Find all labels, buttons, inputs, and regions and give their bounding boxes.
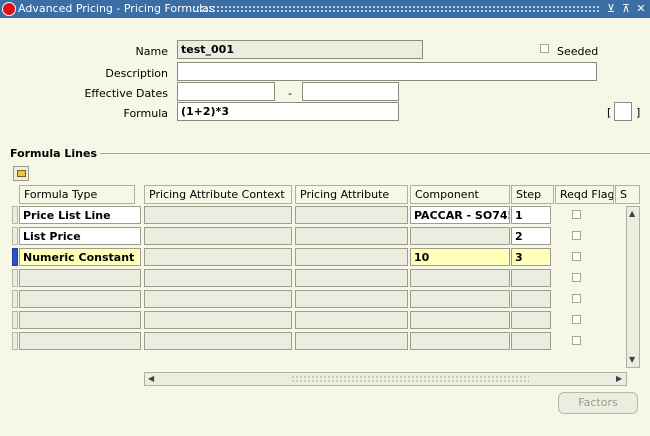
formula-type-cell[interactable] — [19, 332, 141, 350]
scroll-left-icon[interactable]: ◀ — [148, 374, 154, 383]
step-cell[interactable] — [511, 290, 551, 308]
column-header-pricing-attribute-context[interactable]: Pricing Attribute Context — [144, 185, 292, 204]
effective-date-to-field[interactable] — [302, 82, 399, 101]
component-cell[interactable] — [410, 290, 510, 308]
step-cell[interactable] — [511, 332, 551, 350]
name-label: Name — [135, 45, 168, 58]
formula-label: Formula — [123, 107, 168, 120]
description-label: Description — [105, 67, 168, 80]
pricing-attribute-context-cell[interactable] — [144, 248, 292, 266]
formula-field[interactable]: (1+2)*3 — [177, 102, 399, 121]
close-icon[interactable]: ✕ — [634, 1, 648, 16]
row-indicator[interactable] — [12, 332, 18, 350]
description-field[interactable] — [177, 62, 597, 81]
window-title-bar: Advanced Pricing - Pricing Formulas ⊻ ⊼ … — [0, 0, 650, 18]
pricing-attribute-context-cell[interactable] — [144, 290, 292, 308]
pricing-attribute-context-cell[interactable] — [144, 206, 292, 224]
component-cell[interactable] — [410, 269, 510, 287]
component-cell[interactable] — [410, 332, 510, 350]
formula-lines-title: Formula Lines — [10, 147, 100, 160]
step-cell[interactable]: 2 — [511, 227, 551, 245]
descriptive-flexfield[interactable] — [614, 102, 632, 121]
column-header-reqd-flag[interactable]: Reqd Flag — [555, 185, 614, 204]
open-folder-icon — [17, 170, 26, 177]
row-indicator[interactable] — [12, 290, 18, 308]
scroll-right-icon[interactable]: ▶ — [616, 374, 622, 383]
pricing-attribute-context-cell[interactable] — [144, 311, 292, 329]
open-folder-button[interactable] — [13, 166, 29, 181]
date-separator: - — [288, 87, 292, 100]
formula-type-cell[interactable]: List Price — [19, 227, 141, 245]
title-bar-pattern — [192, 5, 600, 13]
step-cell[interactable] — [511, 311, 551, 329]
component-cell[interactable]: 10 — [410, 248, 510, 266]
horizontal-scroll-thumb[interactable] — [291, 375, 529, 383]
row-indicator[interactable] — [12, 248, 18, 266]
component-cell[interactable] — [410, 227, 510, 245]
window-title: Advanced Pricing - Pricing Formulas — [18, 2, 215, 15]
minimize-icon[interactable]: ⊻ — [604, 1, 618, 16]
component-cell[interactable] — [410, 311, 510, 329]
step-cell[interactable]: 1 — [511, 206, 551, 224]
seeded-label: Seeded — [557, 45, 599, 58]
formula-type-cell[interactable]: Price List Line — [19, 206, 141, 224]
seeded-checkbox[interactable] — [540, 44, 549, 53]
factors-button[interactable]: Factors — [558, 392, 638, 414]
scroll-up-icon[interactable]: ▲ — [629, 209, 635, 218]
vertical-scrollbar[interactable]: ▲ ▼ — [626, 206, 640, 368]
formula-type-cell[interactable] — [19, 311, 141, 329]
column-header-s[interactable]: S — [615, 185, 640, 204]
column-header-component[interactable]: Component — [410, 185, 510, 204]
oracle-app-icon — [2, 2, 16, 16]
flexfield-bracket-right: ] — [636, 106, 641, 119]
formula-type-cell[interactable] — [19, 269, 141, 287]
section-divider — [10, 153, 650, 154]
reqd-flag-checkbox[interactable] — [572, 294, 581, 303]
effective-dates-label: Effective Dates — [84, 87, 168, 100]
step-cell[interactable]: 3 — [511, 248, 551, 266]
column-header-pricing-attribute[interactable]: Pricing Attribute — [295, 185, 408, 204]
column-header-step[interactable]: Step — [511, 185, 554, 204]
effective-date-from-field[interactable] — [177, 82, 275, 101]
reqd-flag-checkbox[interactable] — [572, 315, 581, 324]
pricing-attribute-context-cell[interactable] — [144, 227, 292, 245]
pricing-attribute-cell[interactable] — [295, 311, 408, 329]
reqd-flag-checkbox[interactable] — [572, 336, 581, 345]
reqd-flag-checkbox[interactable] — [572, 273, 581, 282]
restore-icon[interactable]: ⊼ — [619, 1, 633, 16]
row-indicator[interactable] — [12, 206, 18, 224]
horizontal-scrollbar[interactable]: ◀ ▶ — [144, 372, 627, 386]
reqd-flag-checkbox[interactable] — [572, 252, 581, 261]
pricing-attribute-context-cell[interactable] — [144, 332, 292, 350]
name-field[interactable]: test_001 — [177, 40, 423, 59]
scroll-down-icon[interactable]: ▼ — [629, 355, 635, 364]
pricing-attribute-cell[interactable] — [295, 248, 408, 266]
pricing-attribute-cell[interactable] — [295, 227, 408, 245]
column-header-formula-type[interactable]: Formula Type — [19, 185, 135, 204]
row-indicator[interactable] — [12, 311, 18, 329]
pricing-attribute-cell[interactable] — [295, 332, 408, 350]
row-indicator[interactable] — [12, 227, 18, 245]
pricing-attribute-cell[interactable] — [295, 290, 408, 308]
formula-type-cell[interactable]: Numeric Constant — [19, 248, 141, 266]
pricing-attribute-cell[interactable] — [295, 269, 408, 287]
pricing-attribute-cell[interactable] — [295, 206, 408, 224]
component-cell[interactable]: PACCAR - SO7455 — [410, 206, 510, 224]
row-indicator[interactable] — [12, 269, 18, 287]
reqd-flag-checkbox[interactable] — [572, 210, 581, 219]
flexfield-bracket-left: [ — [607, 106, 612, 119]
step-cell[interactable] — [511, 269, 551, 287]
pricing-attribute-context-cell[interactable] — [144, 269, 292, 287]
reqd-flag-checkbox[interactable] — [572, 231, 581, 240]
formula-type-cell[interactable] — [19, 290, 141, 308]
